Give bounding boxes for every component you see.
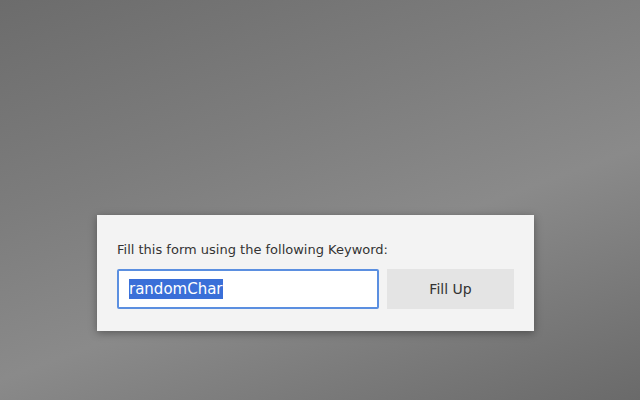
keyword-value: randomChar xyxy=(129,279,223,299)
background-photo xyxy=(0,0,640,400)
prompt-label: Fill this form using the following Keywo… xyxy=(117,241,514,259)
keyword-input[interactable]: randomChar xyxy=(117,269,379,309)
fill-up-button[interactable]: Fill Up xyxy=(387,269,514,309)
input-row: randomChar Fill Up xyxy=(117,269,514,309)
screen: Fill this form using the following Keywo… xyxy=(0,0,640,400)
fill-dialog: Fill this form using the following Keywo… xyxy=(97,215,534,331)
